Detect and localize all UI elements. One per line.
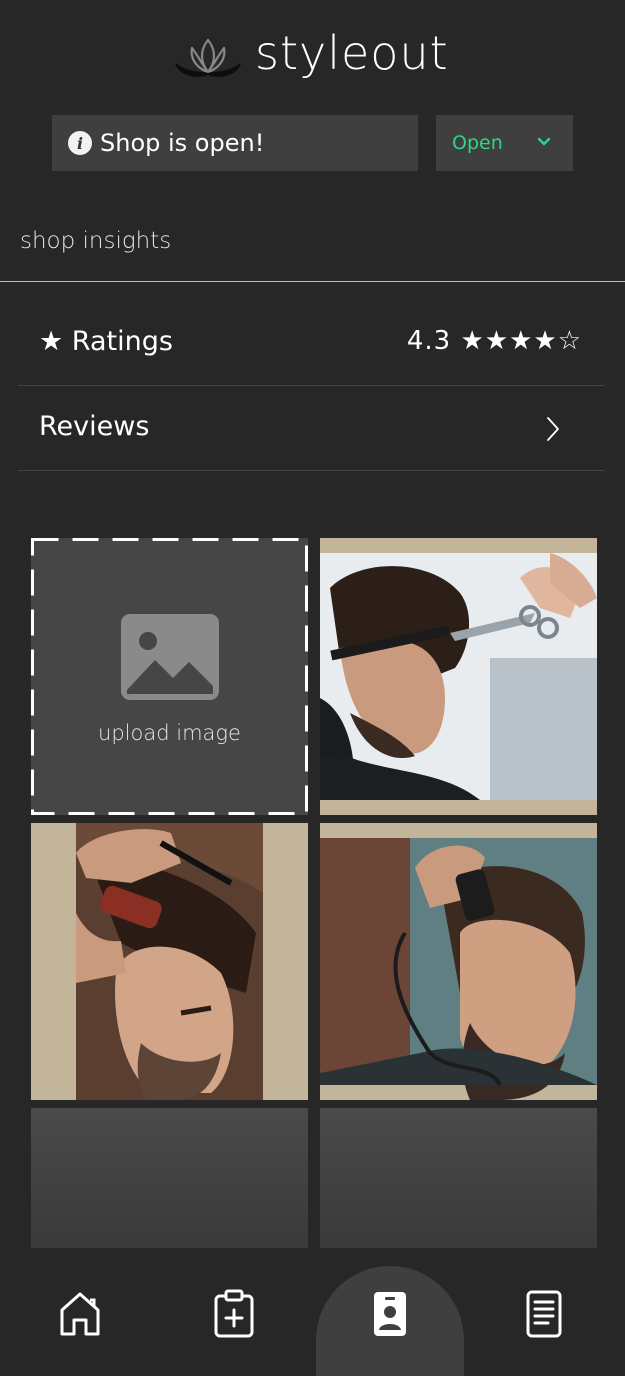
info-icon: i: [68, 131, 92, 155]
document-list-icon[interactable]: [520, 1288, 568, 1338]
gallery-tile-empty[interactable]: [320, 1108, 597, 1248]
gallery-tile-empty[interactable]: [31, 1108, 308, 1248]
bottom-navigation: [0, 1248, 625, 1376]
barber-trimmer-photo: [320, 823, 597, 1100]
lotus-icon: [175, 38, 241, 77]
gallery-photo[interactable]: [31, 823, 308, 1100]
ratings-label: ★ Ratings: [39, 326, 173, 357]
reviews-row[interactable]: Reviews: [18, 385, 604, 471]
section-divider: [0, 281, 625, 282]
chevron-down-icon: [537, 137, 551, 146]
clipboard-add-icon[interactable]: [210, 1288, 258, 1338]
upload-image-tile[interactable]: upload image: [31, 538, 308, 815]
brand-name: styleout: [255, 26, 449, 80]
home-icon[interactable]: [56, 1288, 104, 1338]
profile-badge-icon[interactable]: [366, 1288, 414, 1338]
ratings-value: 4.3 ★★★★☆: [406, 326, 582, 356]
shop-status-selected: Open: [452, 132, 503, 154]
shop-status-text: Shop is open!: [100, 129, 265, 157]
shop-status-dropdown[interactable]: Open: [436, 115, 573, 171]
ratings-row: ★ Ratings 4.3 ★★★★☆: [18, 300, 604, 386]
chevron-right-icon: [547, 417, 559, 441]
image-placeholder-icon: [121, 614, 219, 700]
reviews-label: Reviews: [39, 411, 150, 442]
upload-image-label: upload image: [98, 721, 241, 745]
barber-scissors-cut-photo: [320, 538, 597, 815]
section-title: shop insights: [20, 228, 172, 254]
app-header: styleout: [0, 0, 625, 100]
shop-status-banner: i Shop is open!: [52, 115, 418, 171]
barber-comb-clipper-photo: [31, 823, 308, 1100]
gallery-photo[interactable]: [320, 823, 597, 1100]
gallery-photo[interactable]: [320, 538, 597, 815]
